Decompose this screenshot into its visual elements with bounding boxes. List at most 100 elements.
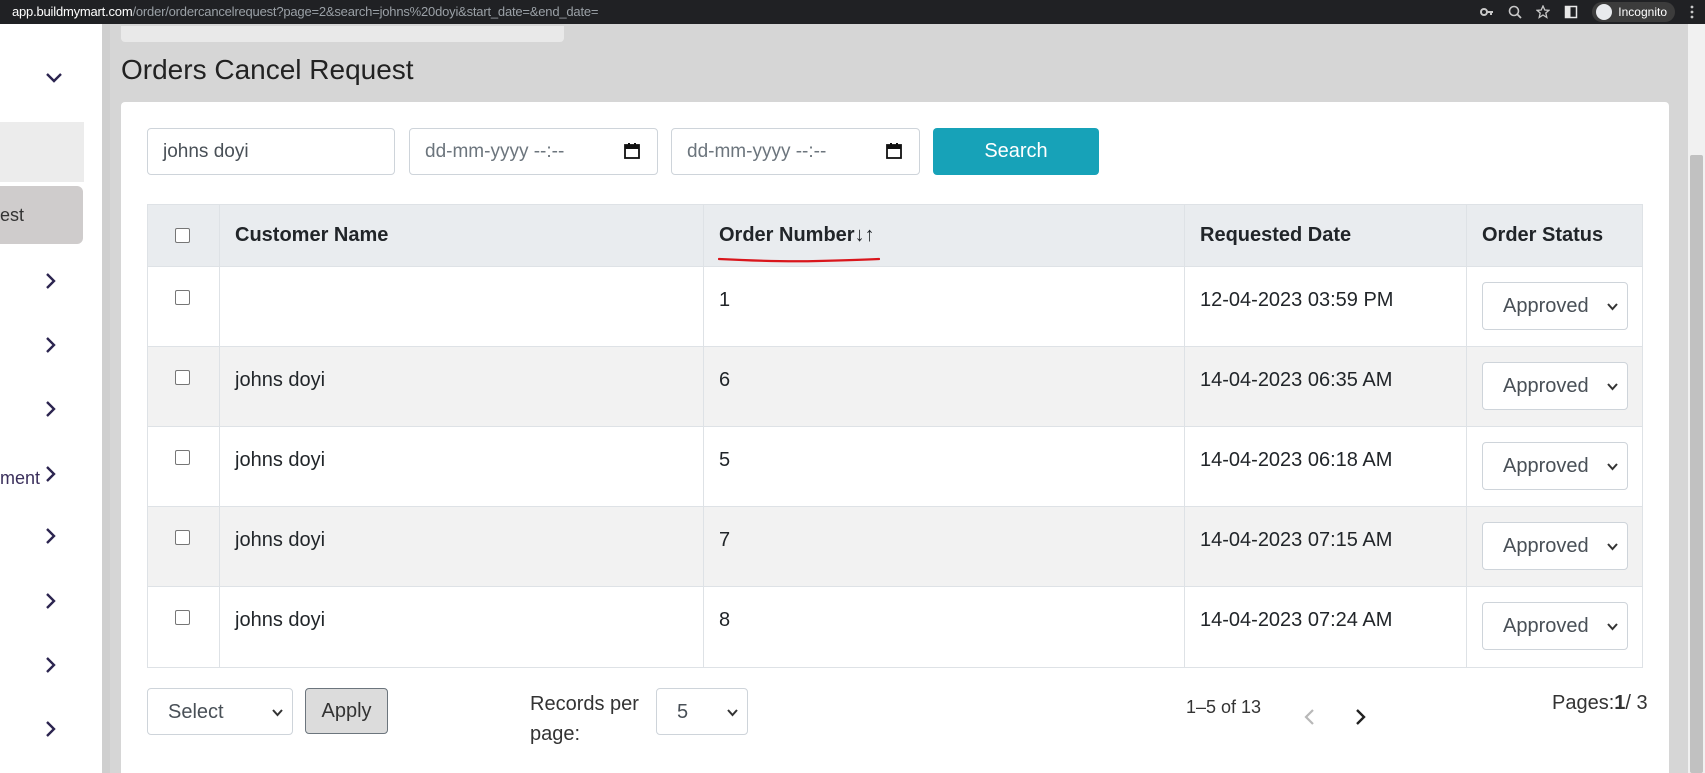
browser-actions: Incognito: [1480, 0, 1695, 24]
order-number: 8: [719, 609, 731, 631]
incognito-badge[interactable]: Incognito: [1592, 2, 1675, 22]
order-status-value: Approved: [1503, 615, 1589, 637]
chevron-right-icon[interactable]: [42, 720, 60, 738]
bulk-action-value: Select: [168, 701, 224, 723]
total-pages: / 3: [1625, 692, 1648, 714]
header-order-status-label: Order Status: [1482, 224, 1604, 246]
table-row: johns doyi 8 14-04-2023 07:24 AM Approve…: [148, 587, 1642, 667]
pages-label: Pages:: [1552, 692, 1615, 714]
cancel-requests-table: Customer Name Order Number↓↑ Requested D…: [147, 204, 1643, 668]
table-row: johns doyi 5 14-04-2023 06:18 AM Approve…: [148, 427, 1642, 507]
row-checkbox[interactable]: [175, 610, 190, 625]
sidebar: est ment: [0, 24, 102, 773]
calendar-icon[interactable]: [885, 142, 903, 160]
chevron-right-icon[interactable]: [42, 592, 60, 610]
pagination-range: 1–5 of 13: [1186, 697, 1262, 717]
search-input-value: johns doyi: [163, 140, 249, 162]
side-panel-icon[interactable]: [1564, 5, 1578, 19]
chevron-down-icon: [1607, 383, 1618, 391]
url-path: /order/ordercancelrequest?page=2&search=…: [132, 4, 599, 19]
customer-name: johns doyi: [235, 529, 326, 551]
table-row: johns doyi 7 14-04-2023 07:15 AM Approve…: [148, 507, 1642, 587]
order-status-select[interactable]: Approved: [1482, 282, 1628, 330]
chevron-right-icon[interactable]: [42, 336, 60, 354]
header-requested-date: Requested Date: [1185, 205, 1467, 266]
order-status-select[interactable]: Approved: [1482, 362, 1628, 410]
header-requested-date-label: Requested Date: [1200, 224, 1352, 246]
customer-name: johns doyi: [235, 449, 326, 471]
bookmark-star-icon[interactable]: [1536, 5, 1551, 19]
zoom-icon[interactable]: [1508, 5, 1522, 19]
header-customer-name-label: Customer Name: [235, 224, 389, 246]
order-status-value: Approved: [1503, 295, 1589, 317]
order-status-select[interactable]: Approved: [1482, 522, 1628, 570]
order-number: 7: [719, 529, 731, 551]
records-per-page-value: 5: [677, 701, 689, 723]
order-status-select[interactable]: Approved: [1482, 602, 1628, 650]
top-search-remnant: [121, 26, 564, 42]
requested-date: 12-04-2023 03:59 PM: [1200, 289, 1394, 311]
table-header-row: Customer Name Order Number↓↑ Requested D…: [148, 205, 1642, 267]
order-status-value: Approved: [1503, 535, 1589, 557]
chevron-down-icon: [1607, 303, 1618, 311]
header-order-number-label[interactable]: Order Number↓↑: [719, 224, 875, 247]
chevron-left-icon[interactable]: [1300, 707, 1320, 727]
chevron-right-icon[interactable]: [1350, 707, 1370, 727]
incognito-label: Incognito: [1618, 5, 1667, 19]
select-all-checkbox[interactable]: [175, 228, 190, 243]
chevron-right-icon[interactable]: [42, 527, 60, 545]
chevron-down-icon: [272, 709, 283, 717]
sidebar-item-blank[interactable]: [0, 122, 84, 182]
current-page: 1: [1614, 692, 1626, 714]
chevron-down-icon: [1607, 623, 1618, 631]
chevron-right-icon[interactable]: [42, 465, 60, 483]
chevron-right-icon[interactable]: [42, 656, 60, 674]
start-date-input[interactable]: dd-mm-yyyy --:--: [409, 128, 658, 175]
end-date-placeholder: dd-mm-yyyy --:--: [687, 140, 827, 162]
order-status-value: Approved: [1503, 375, 1589, 397]
chevron-down-icon: [727, 709, 738, 717]
records-per-page-select[interactable]: 5: [656, 688, 748, 735]
requested-date: 14-04-2023 07:24 AM: [1200, 609, 1393, 631]
key-icon[interactable]: [1480, 5, 1494, 19]
annotation-underline: [718, 257, 880, 263]
row-checkbox[interactable]: [175, 370, 190, 385]
apply-button[interactable]: Apply: [305, 688, 388, 734]
sidebar-divider: [102, 24, 110, 773]
customer-name: johns doyi: [235, 609, 326, 631]
sidebar-item-label: ment: [0, 468, 41, 488]
requested-date: 14-04-2023 06:35 AM: [1200, 369, 1393, 391]
calendar-icon[interactable]: [623, 142, 641, 160]
page-title: Orders Cancel Request: [121, 54, 414, 85]
table-row: johns doyi 6 14-04-2023 06:35 AM Approve…: [148, 347, 1642, 427]
chevron-down-icon[interactable]: [44, 68, 64, 88]
table-row: 1 12-04-2023 03:59 PM Approved: [148, 267, 1642, 347]
order-number: 6: [719, 369, 731, 391]
more-menu-icon[interactable]: [1689, 5, 1695, 19]
chevron-right-icon[interactable]: [42, 272, 60, 290]
search-input[interactable]: johns doyi: [147, 128, 395, 175]
order-number: 5: [719, 449, 731, 471]
row-checkbox[interactable]: [175, 530, 190, 545]
start-date-placeholder: dd-mm-yyyy --:--: [425, 140, 565, 162]
requested-date: 14-04-2023 07:15 AM: [1200, 529, 1393, 551]
chevron-down-icon: [1607, 463, 1618, 471]
records-per-page-label: Records per page:: [530, 693, 639, 745]
select-all-cell: [148, 205, 220, 266]
header-customer-name: Customer Name: [220, 205, 704, 266]
order-status-select[interactable]: Approved: [1482, 442, 1628, 490]
page-indicator: Pages:1/ 3: [1552, 692, 1648, 715]
incognito-icon: [1596, 4, 1613, 20]
requested-date: 14-04-2023 06:18 AM: [1200, 449, 1393, 471]
address-bar[interactable]: app.buildmymart.com/order/ordercancelreq…: [12, 4, 598, 19]
sidebar-item-active-label: est: [0, 205, 25, 225]
row-checkbox[interactable]: [175, 450, 190, 465]
customer-name: johns doyi: [235, 369, 326, 391]
bulk-action-select[interactable]: Select: [147, 688, 293, 735]
row-checkbox[interactable]: [175, 290, 190, 305]
chevron-down-icon: [1607, 543, 1618, 551]
end-date-input[interactable]: dd-mm-yyyy --:--: [671, 128, 920, 175]
chevron-right-icon[interactable]: [42, 400, 60, 418]
scrollbar-thumb[interactable]: [1690, 155, 1703, 773]
search-button[interactable]: Search: [933, 128, 1099, 175]
